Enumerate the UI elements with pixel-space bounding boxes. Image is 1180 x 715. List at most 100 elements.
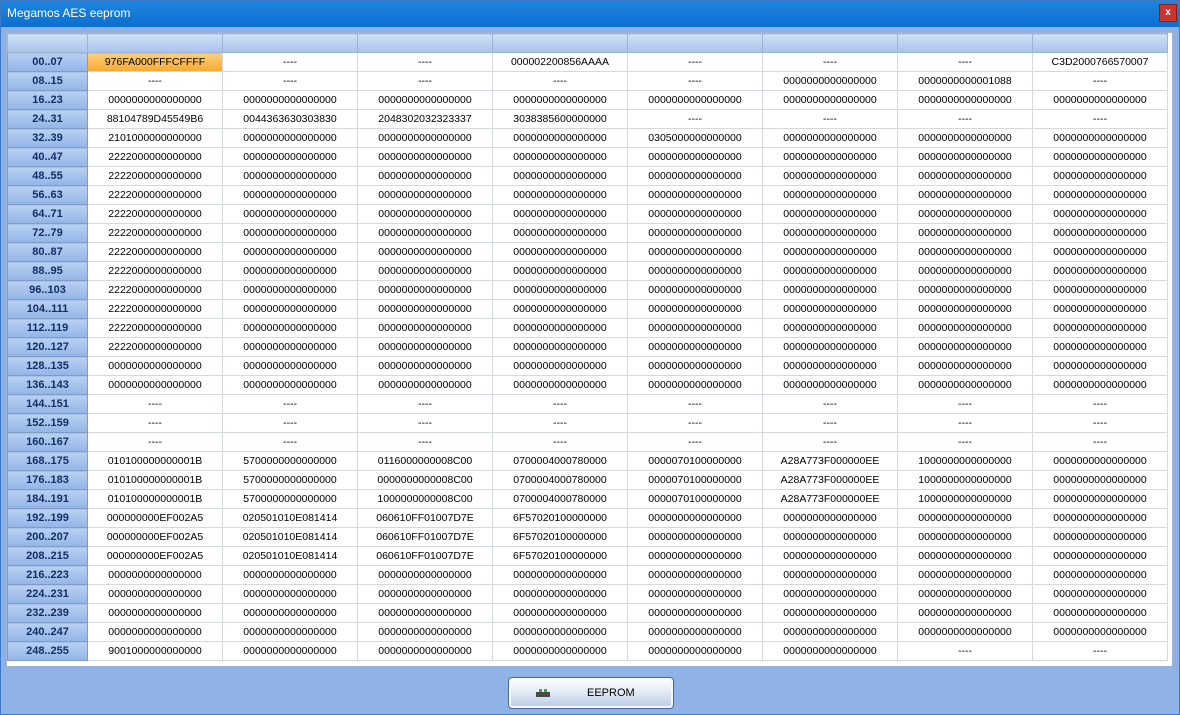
table-cell[interactable]: 0000000000000000 — [762, 242, 898, 262]
table-cell[interactable]: 0000000000000000 — [762, 546, 898, 566]
table-cell[interactable]: 0116000000008C00 — [357, 451, 493, 471]
row-header[interactable]: 08..15 — [7, 71, 88, 91]
table-cell[interactable]: 2222000000000000 — [87, 147, 223, 167]
table-cell[interactable]: 2222000000000000 — [87, 280, 223, 300]
row-header[interactable]: 200..207 — [7, 527, 88, 547]
row-header[interactable]: 168..175 — [7, 451, 88, 471]
table-cell[interactable]: ---- — [627, 432, 763, 452]
table-cell[interactable]: 0000000000000000 — [492, 185, 628, 205]
table-cell[interactable]: 0000000000000000 — [357, 375, 493, 395]
table-cell[interactable]: 0000000000000000 — [897, 375, 1033, 395]
table-cell[interactable]: 0000000000000000 — [492, 375, 628, 395]
table-cell[interactable]: 0000000000000000 — [87, 622, 223, 642]
table-cell[interactable]: 2222000000000000 — [87, 337, 223, 357]
row-header[interactable]: 216..223 — [7, 565, 88, 585]
table-cell[interactable]: 1000000000000000 — [897, 470, 1033, 490]
table-cell[interactable]: 0000000000000000 — [492, 204, 628, 224]
eeprom-button[interactable]: EEPROM — [508, 677, 674, 709]
table-cell[interactable]: 0000000000000000 — [1032, 166, 1168, 186]
row-header[interactable]: 208..215 — [7, 546, 88, 566]
table-cell[interactable]: 0000000000000000 — [357, 128, 493, 148]
row-header[interactable]: 232..239 — [7, 603, 88, 623]
table-cell[interactable]: 1000000000008C00 — [357, 489, 493, 509]
table-cell[interactable]: 0000000000000000 — [1032, 337, 1168, 357]
table-cell[interactable]: ---- — [762, 394, 898, 414]
table-cell[interactable]: 0000000000000000 — [897, 204, 1033, 224]
table-cell[interactable]: 0000000000000000 — [222, 223, 358, 243]
table-cell[interactable]: 0000000000000000 — [897, 280, 1033, 300]
table-cell[interactable]: 0000000000000000 — [1032, 489, 1168, 509]
table-cell[interactable]: 0000000000000000 — [897, 223, 1033, 243]
table-cell[interactable]: 0000000000000000 — [762, 166, 898, 186]
column-header[interactable] — [87, 33, 223, 53]
table-cell[interactable]: 0000000000000000 — [627, 603, 763, 623]
table-cell[interactable]: 0000000000000000 — [357, 356, 493, 376]
table-cell[interactable]: 0000000000000000 — [492, 356, 628, 376]
close-button[interactable]: x — [1159, 4, 1177, 22]
table-cell[interactable]: 0000000000000000 — [357, 204, 493, 224]
table-cell[interactable]: 010100000000001B — [87, 489, 223, 509]
table-cell[interactable]: 5700000000000000 — [222, 470, 358, 490]
table-cell[interactable]: 060610FF01007D7E — [357, 527, 493, 547]
column-header[interactable] — [357, 33, 493, 53]
table-cell[interactable]: 0000000000000000 — [897, 622, 1033, 642]
table-cell[interactable]: 0000000000000000 — [222, 603, 358, 623]
table-cell[interactable]: A28A773F000000EE — [762, 451, 898, 471]
row-header[interactable]: 160..167 — [7, 432, 88, 452]
table-cell[interactable]: ---- — [87, 394, 223, 414]
table-cell[interactable]: 0000000000000000 — [492, 147, 628, 167]
table-cell[interactable]: 0000000000001088 — [897, 71, 1033, 91]
table-cell[interactable]: 0000000000000000 — [762, 318, 898, 338]
table-cell[interactable]: 0000000000000000 — [897, 128, 1033, 148]
table-cell[interactable]: 0000000000000000 — [492, 318, 628, 338]
table-cell[interactable]: 0000000000000000 — [897, 565, 1033, 585]
table-cell[interactable]: 0000000000000000 — [897, 356, 1033, 376]
table-cell[interactable]: 0000070100000000 — [627, 451, 763, 471]
table-cell[interactable]: 0000000000000000 — [627, 565, 763, 585]
table-cell[interactable]: 0000000000000000 — [627, 280, 763, 300]
table-cell[interactable]: ---- — [762, 432, 898, 452]
table-cell[interactable]: 0000000000000000 — [222, 641, 358, 661]
table-cell[interactable]: 0000000000000000 — [762, 375, 898, 395]
table-cell[interactable]: 0000000000000000 — [627, 166, 763, 186]
table-cell[interactable]: 0000000000000000 — [897, 299, 1033, 319]
row-header[interactable]: 80..87 — [7, 242, 88, 262]
table-cell[interactable]: 0000000000000000 — [1032, 603, 1168, 623]
table-cell[interactable]: ---- — [1032, 432, 1168, 452]
table-cell[interactable]: 0000000000000000 — [897, 261, 1033, 281]
table-cell[interactable]: ---- — [627, 52, 763, 72]
table-cell[interactable]: 0000000000000000 — [627, 147, 763, 167]
table-cell[interactable]: 0000000000000000 — [762, 71, 898, 91]
table-cell[interactable]: 0000000000000000 — [897, 527, 1033, 547]
row-header[interactable]: 248..255 — [7, 641, 88, 661]
table-cell[interactable]: 0000070100000000 — [627, 489, 763, 509]
table-cell[interactable]: 0000000000000000 — [627, 356, 763, 376]
table-cell[interactable]: 0000000000000000 — [357, 337, 493, 357]
table-cell[interactable]: ---- — [222, 71, 358, 91]
table-cell[interactable]: 0000000000000000 — [492, 261, 628, 281]
table-cell[interactable]: 0000000000000000 — [357, 280, 493, 300]
table-cell[interactable]: 0000000000000000 — [357, 147, 493, 167]
row-header[interactable]: 24..31 — [7, 109, 88, 129]
table-cell[interactable]: 0000000000000000 — [222, 166, 358, 186]
table-cell[interactable]: 060610FF01007D7E — [357, 546, 493, 566]
table-cell[interactable]: ---- — [627, 71, 763, 91]
column-header[interactable] — [492, 33, 628, 53]
table-cell[interactable]: ---- — [357, 52, 493, 72]
table-cell[interactable]: 88104789D45549B6 — [87, 109, 223, 129]
row-header[interactable]: 224..231 — [7, 584, 88, 604]
table-cell[interactable]: 2222000000000000 — [87, 242, 223, 262]
row-header[interactable]: 120..127 — [7, 337, 88, 357]
table-cell[interactable]: 0000000000000000 — [357, 622, 493, 642]
table-cell[interactable]: 0000000000000000 — [492, 337, 628, 357]
table-cell[interactable]: 0000000000000000 — [1032, 546, 1168, 566]
table-cell[interactable]: 0000000000000000 — [762, 223, 898, 243]
table-cell[interactable]: 000002200856AAAA — [492, 52, 628, 72]
table-cell[interactable]: ---- — [87, 432, 223, 452]
table-cell[interactable]: 0000000000000000 — [627, 546, 763, 566]
row-header[interactable]: 16..23 — [7, 90, 88, 110]
row-header[interactable]: 72..79 — [7, 223, 88, 243]
table-cell[interactable]: 0000000000000000 — [1032, 223, 1168, 243]
table-cell[interactable]: 0000000000000000 — [1032, 451, 1168, 471]
table-cell[interactable]: 0000000000000000 — [222, 337, 358, 357]
